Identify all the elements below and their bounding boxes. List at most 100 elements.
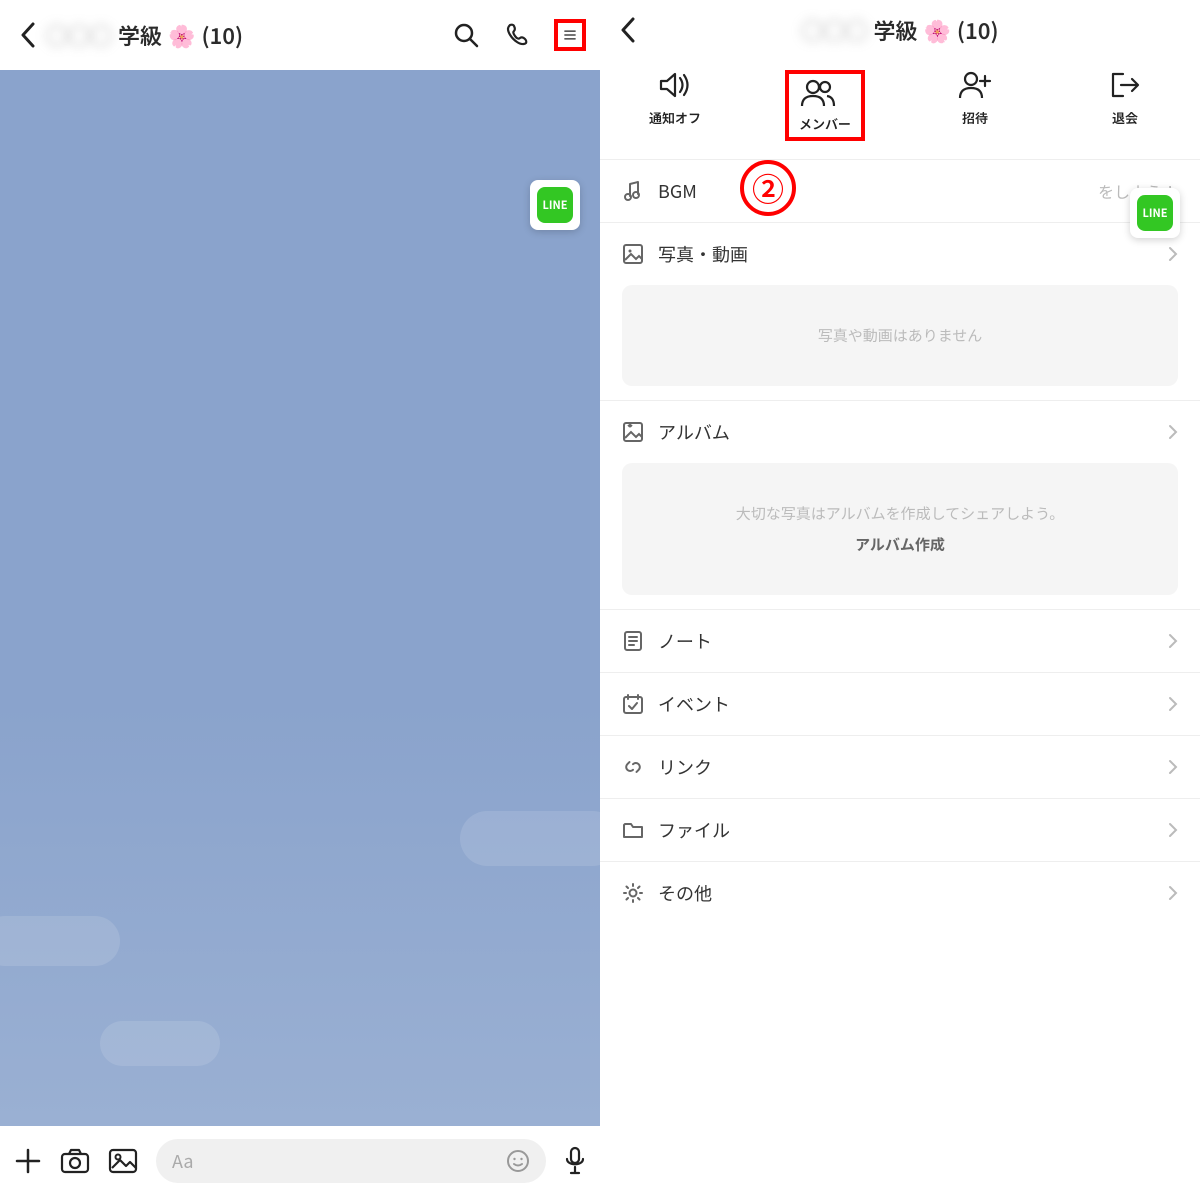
camera-button[interactable] — [60, 1148, 90, 1174]
title-suffix: 学級 — [873, 14, 917, 46]
line-logo: LINE — [1137, 195, 1173, 231]
chevron-right-icon — [1168, 759, 1178, 775]
album-create-cta: アルバム作成 — [640, 534, 1160, 555]
chevron-right-icon — [1168, 696, 1178, 712]
gallery-button[interactable] — [108, 1148, 138, 1174]
search-button[interactable] — [450, 19, 482, 51]
menu-action-row: 通知オフ メンバー 招待 退会 — [600, 60, 1200, 159]
decoration-cloud — [100, 1021, 220, 1066]
image-icon — [108, 1148, 138, 1174]
back-button[interactable] — [614, 17, 642, 43]
folder-icon — [622, 819, 644, 841]
emoji-icon[interactable] — [506, 1149, 530, 1173]
speaker-icon — [657, 70, 693, 100]
decoration-cloud — [0, 916, 120, 966]
chevron-right-icon — [1168, 885, 1178, 901]
mic-button[interactable] — [564, 1146, 586, 1176]
message-input[interactable]: Aa — [156, 1139, 546, 1183]
links-row[interactable]: リンク — [600, 736, 1200, 798]
invite-icon — [957, 70, 993, 100]
notes-label: ノート — [658, 628, 1154, 654]
mic-icon — [564, 1146, 586, 1176]
chevron-right-icon — [1168, 822, 1178, 838]
input-placeholder: Aa — [172, 1148, 506, 1174]
music-icon — [622, 180, 644, 202]
other-section: その他 — [600, 861, 1200, 924]
photos-section: 写真・動画 写真や動画はありません — [600, 222, 1200, 400]
header-actions — [450, 19, 586, 51]
title-blurred-part: ◯◯◯ — [801, 14, 867, 46]
events-row[interactable]: イベント — [600, 673, 1200, 735]
members-button[interactable]: メンバー — [750, 70, 900, 141]
line-app-badge[interactable]: LINE — [530, 180, 580, 230]
album-empty[interactable]: 大切な写真はアルバムを作成してシェアしよう。 アルバム作成 — [622, 463, 1178, 595]
note-icon — [622, 630, 644, 652]
links-label: リンク — [658, 754, 1154, 780]
chat-header: ◯◯◯ 学級 🌸 (10) — [0, 0, 600, 70]
notes-row[interactable]: ノート — [600, 610, 1200, 672]
title-emoji: 🌸 — [923, 14, 950, 46]
chat-input-bar: Aa — [0, 1126, 600, 1196]
other-row[interactable]: その他 — [600, 862, 1200, 924]
add-button[interactable] — [14, 1147, 42, 1175]
chat-title: ◯◯◯ 学級 🌸 (10) — [46, 19, 450, 51]
chevron-left-icon — [620, 17, 636, 43]
album-icon — [622, 421, 644, 443]
album-section: アルバム 大切な写真はアルバムを作成してシェアしよう。 アルバム作成 — [600, 400, 1200, 609]
chevron-right-icon — [1168, 246, 1178, 262]
leave-label: 退会 — [1112, 108, 1138, 127]
image-icon — [622, 243, 644, 265]
calendar-icon — [622, 693, 644, 715]
album-label: アルバム — [658, 419, 1154, 445]
other-label: その他 — [658, 880, 1154, 906]
title-emoji: 🌸 — [168, 19, 195, 51]
photos-empty-text: 写真や動画はありません — [818, 325, 983, 346]
notes-section: ノート — [600, 609, 1200, 672]
line-app-badge[interactable]: LINE — [1130, 188, 1180, 238]
menu-title: ◯◯◯ 学級 🌸 (10) — [642, 14, 1158, 46]
chevron-right-icon — [1168, 424, 1178, 440]
links-section: リンク — [600, 735, 1200, 798]
leave-button[interactable]: 退会 — [1050, 70, 1200, 141]
events-section: イベント — [600, 672, 1200, 735]
plus-icon — [14, 1147, 42, 1175]
album-row[interactable]: アルバム — [600, 401, 1200, 463]
files-row[interactable]: ファイル — [600, 799, 1200, 861]
decoration-cloud — [460, 811, 600, 866]
photos-label: 写真・動画 — [658, 241, 1154, 267]
chat-menu-screen: ◯◯◯ 学級 🌸 (10) 通知オフ メンバー 招待 退会 ② LINE — [600, 0, 1200, 1196]
photos-empty: 写真や動画はありません — [622, 285, 1178, 386]
line-logo: LINE — [537, 187, 573, 223]
members-icon — [799, 78, 837, 108]
album-empty-text: 大切な写真はアルバムを作成してシェアしよう。 — [736, 503, 1065, 524]
back-button[interactable] — [14, 22, 42, 48]
photos-row[interactable]: 写真・動画 — [600, 223, 1200, 285]
notify-off-button[interactable]: 通知オフ — [600, 70, 750, 141]
events-label: イベント — [658, 691, 1154, 717]
hamburger-icon — [564, 24, 576, 46]
phone-icon — [504, 21, 532, 49]
files-section: ファイル — [600, 798, 1200, 861]
annotation-2: ② — [740, 160, 796, 216]
members-label: メンバー — [799, 114, 851, 133]
leave-icon — [1109, 70, 1141, 100]
invite-button[interactable]: 招待 — [900, 70, 1050, 141]
members-highlight: メンバー — [785, 70, 865, 141]
chevron-left-icon — [20, 22, 36, 48]
gear-icon — [622, 882, 644, 904]
files-label: ファイル — [658, 817, 1154, 843]
call-button[interactable] — [502, 19, 534, 51]
invite-label: 招待 — [962, 108, 988, 127]
bgm-row[interactable]: BGM をしよう！ — [600, 160, 1200, 222]
search-icon — [452, 21, 480, 49]
chat-screen: ◯◯◯ 学級 🌸 (10) ① LINE — [0, 0, 600, 1196]
menu-header: ◯◯◯ 学級 🌸 (10) — [600, 0, 1200, 60]
title-count: (10) — [201, 19, 243, 51]
menu-button[interactable] — [554, 19, 586, 51]
chat-body — [0, 70, 600, 1126]
title-blurred-part: ◯◯◯ — [46, 19, 112, 51]
notify-off-label: 通知オフ — [649, 108, 701, 127]
bgm-label: BGM — [658, 178, 1084, 204]
title-count: (10) — [957, 14, 999, 46]
link-icon — [622, 756, 644, 778]
